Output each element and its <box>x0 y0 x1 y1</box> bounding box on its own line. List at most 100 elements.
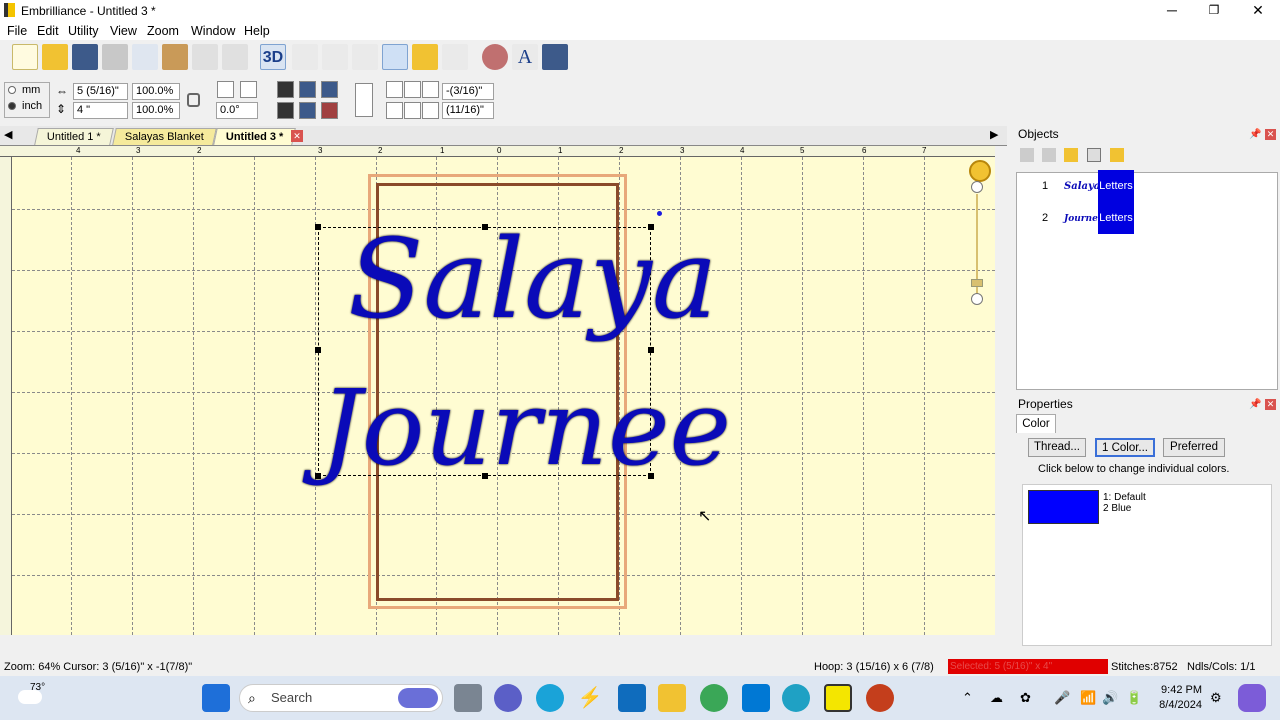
start-windows-icon[interactable] <box>202 684 230 712</box>
resize-handle[interactable] <box>648 347 654 353</box>
volume-icon[interactable]: 🔊 <box>1102 690 1118 706</box>
minimize-button[interactable]: ─ <box>1150 0 1194 22</box>
help-question-icon[interactable] <box>355 83 373 117</box>
group-objects-icon[interactable] <box>1020 148 1034 162</box>
thread-button[interactable]: Thread... <box>1028 438 1086 457</box>
design-text-line2[interactable]: Journee <box>320 373 731 483</box>
object-type-label[interactable]: Letters <box>1098 202 1134 234</box>
embrilliance-taskbar-icon[interactable] <box>824 684 852 712</box>
copilot-icon[interactable] <box>1238 684 1266 712</box>
design-canvas[interactable]: Salaya Journee ↖ <box>12 157 995 635</box>
task-view-icon[interactable] <box>454 684 482 712</box>
lock-icon[interactable] <box>1064 148 1078 162</box>
wifi-icon[interactable]: 📶 <box>1080 690 1096 706</box>
align-bottom-icon[interactable] <box>422 102 439 119</box>
close-tab-icon[interactable]: ✕ <box>291 130 303 142</box>
menu-zoom[interactable]: Zoom <box>147 24 179 38</box>
menu-view[interactable]: View <box>110 24 137 38</box>
text-letter-icon[interactable]: A <box>512 44 538 70</box>
object-thumbnail[interactable]: Journee <box>1064 208 1104 230</box>
height-field[interactable]: 4 " <box>73 102 128 119</box>
align-top-icon[interactable] <box>277 81 294 98</box>
close-panel-icon[interactable]: ✕ <box>1265 129 1276 140</box>
tab-scroll-left-icon[interactable]: ◀ <box>4 128 12 141</box>
new-file-icon[interactable] <box>12 44 38 70</box>
menu-file[interactable]: File <box>7 24 27 38</box>
zoom-in-icon[interactable] <box>971 181 983 193</box>
center-icon[interactable] <box>352 44 378 70</box>
zoom-out-icon[interactable] <box>971 293 983 305</box>
print-icon[interactable] <box>102 44 128 70</box>
menu-window[interactable]: Window <box>191 24 235 38</box>
width-percent-field[interactable]: 100.0% <box>132 83 180 100</box>
preferred-button[interactable]: Preferred <box>1163 438 1225 457</box>
close-button[interactable]: ✕ <box>1236 0 1280 22</box>
arrange-icon[interactable] <box>299 102 316 119</box>
compass-icon[interactable] <box>969 160 991 182</box>
align-center-h-icon[interactable] <box>404 81 421 98</box>
save-icon[interactable] <box>72 44 98 70</box>
open-folder-icon[interactable] <box>42 44 68 70</box>
lock-aspect-icon[interactable] <box>187 93 200 107</box>
resize-handle[interactable] <box>315 347 321 353</box>
powerpoint-icon[interactable] <box>866 684 894 712</box>
mail-icon[interactable] <box>618 684 646 712</box>
mm-radio[interactable] <box>8 86 16 94</box>
chrome-icon[interactable] <box>700 684 728 712</box>
horizontal-scrollbar[interactable] <box>0 635 995 653</box>
group-icon[interactable] <box>277 102 294 119</box>
y-position-field[interactable]: (11/16)" <box>442 102 494 119</box>
tab-scroll-right-icon[interactable]: ▶ <box>990 128 998 141</box>
tray-app-icon[interactable]: ☁ <box>990 690 1003 706</box>
lock-all-icon[interactable] <box>1110 148 1124 162</box>
fit-hoop-icon[interactable] <box>299 81 316 98</box>
ruler-icon[interactable] <box>322 44 348 70</box>
color-sequence-icon[interactable] <box>412 44 438 70</box>
design-text-line1[interactable]: Salaya <box>348 219 717 339</box>
rotation-field[interactable]: 0.0° <box>216 102 258 119</box>
select-pointer-icon[interactable] <box>382 44 408 70</box>
hoop-icon[interactable] <box>542 44 568 70</box>
object-type-label[interactable]: Letters <box>1098 170 1134 202</box>
resize-handle[interactable] <box>315 224 321 230</box>
paste-icon[interactable] <box>162 44 188 70</box>
rotate-left-icon[interactable] <box>217 81 234 98</box>
file-explorer-icon[interactable] <box>658 684 686 712</box>
skype-icon[interactable] <box>782 684 810 712</box>
tray-chevron-icon[interactable]: ⌃ <box>962 690 973 706</box>
color-entry[interactable]: 2 Blue <box>1103 503 1131 514</box>
close-panel-icon[interactable]: ✕ <box>1265 399 1276 410</box>
align-top-edge-icon[interactable] <box>386 102 403 119</box>
inch-radio[interactable] <box>8 102 16 110</box>
trim-icon[interactable] <box>321 102 338 119</box>
edge-icon[interactable] <box>536 684 564 712</box>
clock-date[interactable]: 8/4/2024 <box>1152 699 1202 711</box>
pin-panel-icon[interactable]: 📌 <box>1249 129 1261 140</box>
menu-edit[interactable]: Edit <box>37 24 59 38</box>
tab-salayas-blanket[interactable]: Salayas Blanket <box>112 128 217 145</box>
center-hoop-icon[interactable] <box>321 81 338 98</box>
rotate-right-icon[interactable] <box>240 81 257 98</box>
copy-icon[interactable] <box>132 44 158 70</box>
color-entry[interactable]: 1: Default <box>1103 492 1146 503</box>
mirror-vertical-icon[interactable] <box>222 44 248 70</box>
align-left-icon[interactable] <box>386 81 403 98</box>
stitch-simulator-icon[interactable] <box>442 44 468 70</box>
three-d-view-button[interactable]: 3D <box>260 44 286 70</box>
mirror-horizontal-icon[interactable] <box>192 44 218 70</box>
tab-untitled-3[interactable]: Untitled 3 * <box>213 128 297 145</box>
clock-time[interactable]: 9:42 PM <box>1160 684 1202 696</box>
menu-help[interactable]: Help <box>244 24 270 38</box>
pin-panel-icon[interactable]: 📌 <box>1249 399 1261 410</box>
object-thumbnail[interactable]: Salaya <box>1064 176 1100 198</box>
zoom-slider-thumb[interactable] <box>971 279 983 287</box>
height-percent-field[interactable]: 100.0% <box>132 102 180 119</box>
ungroup-objects-icon[interactable] <box>1042 148 1056 162</box>
one-color-button[interactable]: 1 Color... <box>1095 438 1155 457</box>
align-center-v-icon[interactable] <box>404 102 421 119</box>
align-right-icon[interactable] <box>422 81 439 98</box>
tray-app2-icon[interactable]: ✿ <box>1020 690 1031 706</box>
battery-icon[interactable]: 🔋 <box>1126 690 1142 706</box>
gear-icon[interactable]: ⚙ <box>1210 690 1222 706</box>
unlock-all-icon[interactable] <box>1087 148 1101 162</box>
